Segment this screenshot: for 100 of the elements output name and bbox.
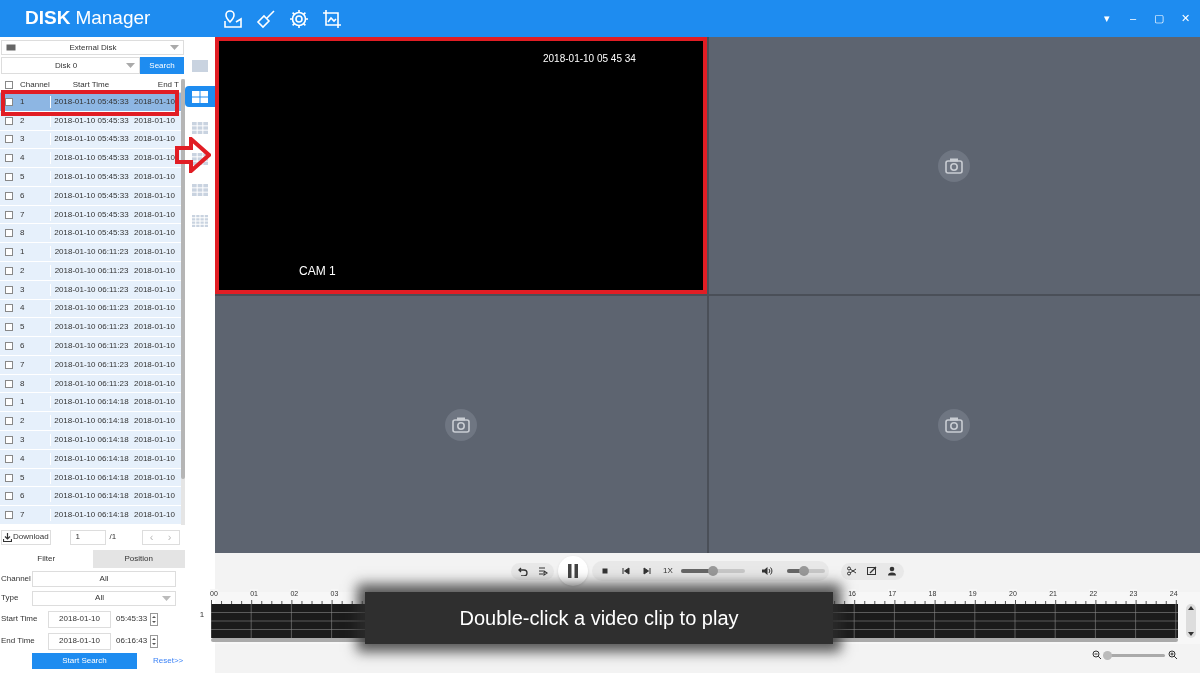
- video-timestamp: 2018-01-10 05 45 34: [543, 52, 636, 66]
- table-row[interactable]: 5 2018-01-10 05:45:33 2018-01-10: [0, 168, 181, 187]
- table-cell-text: 2018-01-10: [133, 321, 176, 334]
- table-row[interactable]: 7 2018-01-10 06:14:18 2018-01-10: [0, 506, 181, 525]
- table-cell-text: 2018-01-10: [133, 283, 176, 296]
- table-row[interactable]: 4 2018-01-10 05:45:33 2018-01-10: [0, 149, 181, 169]
- table-cell-text: 2018-01-10: [133, 95, 176, 108]
- scrollbar-thumb[interactable]: [181, 79, 185, 479]
- scroll-up-icon[interactable]: [1188, 606, 1194, 610]
- grid-icon: [192, 59, 208, 72]
- row-checkbox[interactable]: [4, 417, 13, 426]
- table-row[interactable]: 1 2018-01-10 06:14:18 2018-01-10: [0, 393, 181, 413]
- map-pin-icon[interactable]: [223, 8, 243, 29]
- channel-number: 1: [198, 609, 206, 621]
- video-cell[interactable]: 2018-01-10 05 45 34 CAM 1: [215, 37, 707, 294]
- date-field[interactable]: 2018-01-10: [48, 610, 111, 628]
- disk-number-dropdown[interactable]: Disk 0: [1, 57, 140, 74]
- row-checkbox[interactable]: [4, 492, 13, 501]
- row-checkbox[interactable]: [4, 97, 13, 106]
- row-checkbox[interactable]: [4, 435, 13, 444]
- playlist-icon: [537, 566, 548, 576]
- row-checkbox[interactable]: [4, 173, 13, 181]
- row-checkbox[interactable]: [4, 323, 13, 332]
- video-cell[interactable]: [708, 37, 1200, 294]
- table-row[interactable]: 5 2018-01-10 06:11:23 2018-01-10: [0, 318, 181, 338]
- spinner-icon[interactable]: [150, 634, 159, 648]
- table-row[interactable]: 3 2018-01-10 06:14:18 2018-01-10: [0, 431, 181, 450]
- table-cell-text: 2018-01-10: [133, 415, 176, 428]
- row-checkbox[interactable]: [4, 229, 13, 238]
- row-checkbox[interactable]: [4, 473, 13, 482]
- disk-dropdown[interactable]: External Disk: [1, 40, 184, 55]
- table-cell-text: 6: [19, 490, 26, 503]
- row-checkbox[interactable]: [4, 360, 13, 369]
- table-cell: 2018-01-10 05:45:33: [50, 171, 132, 183]
- date-field[interactable]: 2018-01-10: [48, 632, 111, 650]
- spinner-icon[interactable]: [150, 612, 159, 626]
- pause-icon: [567, 564, 580, 578]
- row-checkbox[interactable]: [4, 342, 13, 351]
- pause-button[interactable]: [558, 556, 589, 586]
- video-cell[interactable]: [708, 296, 1200, 553]
- download-icon: [3, 532, 12, 542]
- volume-icon[interactable]: [760, 566, 773, 576]
- column-header[interactable]: End T: [132, 79, 181, 92]
- table-cell: 2018-01-10 05:45:33: [50, 114, 132, 127]
- row-checkbox[interactable]: [4, 511, 13, 520]
- table-cell-text: 8: [19, 227, 26, 240]
- row-checkbox[interactable]: [4, 154, 13, 163]
- time-field[interactable]: 05:45:33: [116, 610, 148, 628]
- table-row[interactable]: 6 2018-01-10 06:14:18 2018-01-10: [0, 487, 181, 507]
- download-button[interactable]: Download: [1, 529, 51, 545]
- table-row[interactable]: 8 2018-01-10 05:45:33 2018-01-10: [0, 224, 181, 244]
- table-row[interactable]: 2 2018-01-10 06:11:23 2018-01-10: [0, 262, 181, 281]
- row-checkbox[interactable]: [4, 248, 13, 257]
- grid-icon: [192, 214, 208, 227]
- row-checkbox[interactable]: [4, 135, 13, 144]
- row-checkbox[interactable]: [4, 266, 13, 275]
- table-row[interactable]: 1 2018-01-10 06:11:23 2018-01-10: [0, 243, 181, 262]
- reset-link[interactable]: Reset>>: [153, 655, 184, 667]
- layout-button[interactable]: [185, 86, 215, 107]
- brush-icon[interactable]: [256, 8, 276, 29]
- table-cell-text: 2018-01-10: [133, 302, 176, 315]
- row-checkbox[interactable]: [4, 116, 13, 125]
- tab[interactable]: Position: [92, 550, 185, 568]
- table-cell: 2018-01-10 06:11:23: [50, 321, 132, 334]
- row-checkbox[interactable]: [4, 398, 13, 407]
- row-checkbox[interactable]: [4, 210, 13, 219]
- zoom-in-icon[interactable]: [1168, 650, 1178, 660]
- caret-icon: [162, 595, 171, 601]
- type-dropdown[interactable]: All: [32, 590, 176, 606]
- table-row[interactable]: 6 2018-01-10 06:11:23 2018-01-10: [0, 337, 181, 356]
- table-cell: 2018-01-10 05:45:33: [50, 189, 132, 202]
- field-label: End Time: [0, 635, 36, 647]
- row-checkbox[interactable]: [4, 454, 13, 463]
- column-header[interactable]: Channel: [17, 79, 50, 92]
- table-cell: 2018-01-10 05:45:33: [50, 227, 132, 240]
- page-field[interactable]: 1: [69, 529, 106, 545]
- table-cell-text: 7: [19, 208, 26, 221]
- channel-field[interactable]: All: [32, 571, 176, 587]
- table-row[interactable]: 2 2018-01-10 06:14:18 2018-01-10: [0, 412, 181, 432]
- table-cell: 2018-01-10 06:14:18: [50, 415, 132, 428]
- column-header[interactable]: Start Time: [50, 79, 132, 92]
- zoom-out-icon[interactable]: [1092, 650, 1102, 660]
- undo-icon: [517, 566, 528, 576]
- camera-icon: [938, 408, 971, 441]
- table-cell-text: 2018-01-10: [133, 358, 176, 371]
- settings-icon[interactable]: [289, 8, 309, 29]
- row-checkbox[interactable]: [4, 304, 13, 313]
- table-cell: 2018-01-10 06:14:18: [50, 509, 132, 522]
- volume-slider-thumb[interactable]: [799, 566, 809, 576]
- time-field[interactable]: 06:16:43: [116, 632, 148, 650]
- table-cell: 2018-01-10 06:14:18: [50, 433, 132, 446]
- video-cell[interactable]: [215, 296, 707, 553]
- row-checkbox[interactable]: [4, 191, 13, 200]
- speed-slider-thumb[interactable]: [707, 566, 718, 576]
- row-checkbox[interactable]: [4, 285, 13, 294]
- scroll-down-icon[interactable]: [1188, 632, 1194, 636]
- row-checkbox[interactable]: [4, 379, 13, 388]
- crop-image-icon[interactable]: [322, 8, 342, 29]
- select-all-checkbox[interactable]: [4, 81, 13, 90]
- zoom-slider-thumb[interactable]: [1103, 650, 1113, 660]
